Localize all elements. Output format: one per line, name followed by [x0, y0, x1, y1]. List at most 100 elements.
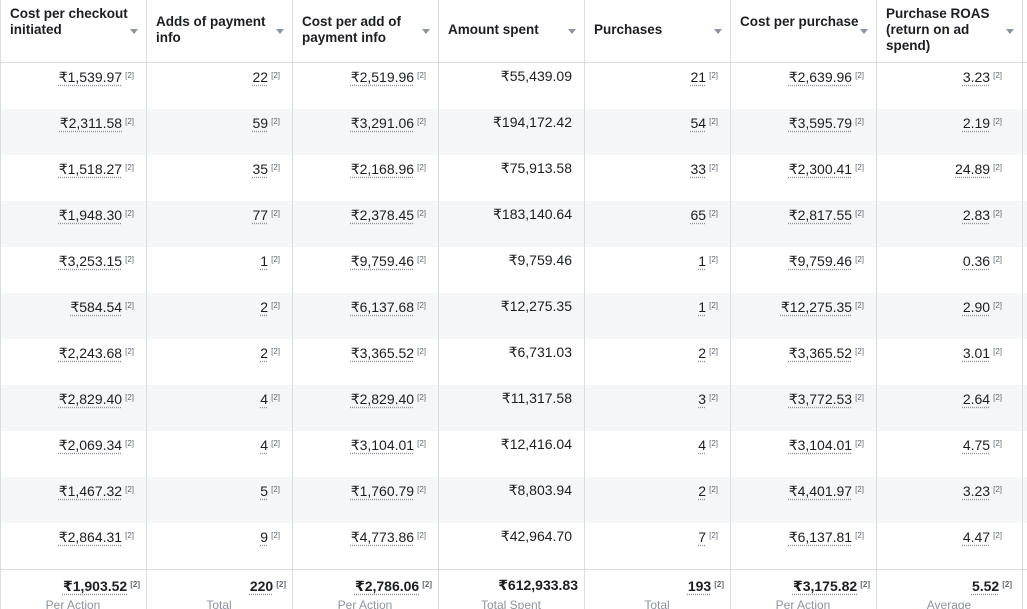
cell-value[interactable]: 2.83	[963, 207, 990, 223]
cell-value[interactable]: ₹4,401.97	[789, 483, 852, 499]
footnote-marker[interactable]: [2]	[993, 117, 1002, 126]
cell-value[interactable]: ₹2,829.40	[351, 391, 414, 407]
sort-chevron-down-icon[interactable]	[714, 29, 722, 34]
cell-value[interactable]: 35	[253, 161, 269, 177]
footnote-marker[interactable]: [2]	[417, 163, 426, 172]
column-header-purchases[interactable]: Purchases	[584, 0, 730, 63]
cell-value[interactable]: 4.47	[963, 529, 990, 545]
footnote-marker[interactable]: [2]	[709, 71, 718, 80]
footnote-marker[interactable]: [2]	[125, 163, 134, 172]
footnote-marker[interactable]: [2]	[993, 347, 1002, 356]
total-value[interactable]: 220 [2]	[146, 570, 286, 601]
cell-value[interactable]: 2.19	[963, 115, 990, 131]
cell-value[interactable]: ₹3,595.79	[789, 115, 852, 131]
footnote-marker[interactable]: [2]	[709, 485, 718, 494]
footnote-marker[interactable]: [2]	[709, 255, 718, 264]
footnote-marker[interactable]: [2]	[709, 393, 718, 402]
footnote-marker[interactable]: [2]	[855, 117, 864, 126]
footnote-marker[interactable]: [2]	[271, 163, 280, 172]
column-header-cost-per-checkout[interactable]: Cost per checkout initiated	[0, 0, 146, 63]
cell-value[interactable]: 0.36	[963, 253, 990, 269]
cell-value[interactable]: ₹584.54	[70, 299, 122, 315]
footnote-marker[interactable]: [2]	[271, 531, 280, 540]
footnote-marker[interactable]: [2]	[276, 580, 286, 589]
sort-chevron-down-icon[interactable]	[422, 29, 430, 34]
footnote-marker[interactable]: [2]	[125, 347, 134, 356]
footnote-marker[interactable]: [2]	[855, 301, 864, 310]
column-header-adds-of-payment-info[interactable]: Adds of payment info	[146, 0, 292, 63]
footnote-marker[interactable]: [2]	[993, 439, 1002, 448]
cell-value[interactable]: ₹6,137.81	[789, 529, 852, 545]
cell-value[interactable]: 1	[698, 299, 706, 315]
cell-value[interactable]: 1	[698, 253, 706, 269]
cell-value[interactable]: ₹3,365.52	[351, 345, 414, 361]
cell-value[interactable]: ₹3,365.52	[789, 345, 852, 361]
cell-value[interactable]: 3.23	[963, 69, 990, 85]
cell-value[interactable]: 21	[691, 69, 707, 85]
footnote-marker[interactable]: [2]	[855, 209, 864, 218]
footnote-marker[interactable]: [2]	[860, 580, 870, 589]
footnote-marker[interactable]: [2]	[993, 485, 1002, 494]
total-value[interactable]: ₹1,903.52 [2]	[0, 570, 140, 601]
sort-chevron-down-icon[interactable]	[130, 29, 138, 34]
cell-value[interactable]: ₹6,137.68	[351, 299, 414, 315]
footnote-marker[interactable]: [2]	[855, 163, 864, 172]
cell-value[interactable]: 9	[260, 529, 268, 545]
cell-value[interactable]: ₹2,168.96	[351, 161, 414, 177]
footnote-marker[interactable]: [2]	[271, 255, 280, 264]
cell-value[interactable]: 4	[698, 437, 706, 453]
cell-value[interactable]: 7	[698, 529, 706, 545]
footnote-marker[interactable]: [2]	[417, 439, 426, 448]
footnote-marker[interactable]: [2]	[417, 209, 426, 218]
cell-value[interactable]: ₹1,539.97	[59, 69, 122, 85]
column-header-cost-per-add-payment-info[interactable]: Cost per add of payment info	[292, 0, 438, 63]
footnote-marker[interactable]: [2]	[709, 439, 718, 448]
column-header-purchase-roas[interactable]: Purchase ROAS (return on ad spend)	[876, 0, 1022, 63]
footnote-marker[interactable]: [2]	[417, 301, 426, 310]
footnote-marker[interactable]: [2]	[125, 301, 134, 310]
cell-value[interactable]: 77	[253, 207, 269, 223]
cell-value[interactable]: 3.01	[963, 345, 990, 361]
total-value[interactable]: ₹3,175.82 [2]	[730, 570, 870, 601]
footnote-marker[interactable]: [2]	[709, 117, 718, 126]
footnote-marker[interactable]: [2]	[855, 347, 864, 356]
cell-value[interactable]: 3.23	[963, 483, 990, 499]
footnote-marker[interactable]: [2]	[125, 531, 134, 540]
cell-value[interactable]: ₹3,104.01	[789, 437, 852, 453]
footnote-marker[interactable]: [2]	[125, 209, 134, 218]
cell-value[interactable]: ₹2,639.96	[789, 69, 852, 85]
cell-value[interactable]: ₹2,069.34	[59, 437, 122, 453]
cell-value[interactable]: 22	[253, 69, 269, 85]
cell-value[interactable]: ₹1,467.32	[59, 483, 122, 499]
cell-value[interactable]: ₹12,275.35	[781, 299, 852, 315]
footnote-marker[interactable]: [2]	[709, 531, 718, 540]
footnote-marker[interactable]: [2]	[993, 301, 1002, 310]
footnote-marker[interactable]: [2]	[417, 531, 426, 540]
cell-value[interactable]: ₹9,759.46	[789, 253, 852, 269]
footnote-marker[interactable]: [2]	[130, 580, 140, 589]
total-value[interactable]: 193 [2]	[584, 570, 724, 601]
total-value[interactable]: 5.52 [2]	[876, 570, 1012, 601]
footnote-marker[interactable]: [2]	[993, 255, 1002, 264]
column-header-amount-spent[interactable]: Amount spent	[438, 0, 584, 63]
cell-value[interactable]: ₹3,253.15	[59, 253, 122, 269]
cell-value[interactable]: ₹1,518.27	[59, 161, 122, 177]
footnote-marker[interactable]: [2]	[855, 71, 864, 80]
footnote-marker[interactable]: [2]	[125, 255, 134, 264]
cell-value[interactable]: ₹3,291.06	[351, 115, 414, 131]
footnote-marker[interactable]: [2]	[271, 347, 280, 356]
footnote-marker[interactable]: [2]	[417, 255, 426, 264]
column-header-cost-per-purchase[interactable]: Cost per purchase	[730, 0, 876, 63]
cell-value[interactable]: ₹3,772.53	[789, 391, 852, 407]
footnote-marker[interactable]: [2]	[993, 531, 1002, 540]
cell-value[interactable]: ₹2,300.41	[789, 161, 852, 177]
cell-value[interactable]: ₹1,948.30	[59, 207, 122, 223]
cell-value[interactable]: ₹1,760.79	[351, 483, 414, 499]
cell-value[interactable]: 2	[260, 299, 268, 315]
cell-value[interactable]: 2	[260, 345, 268, 361]
cell-value[interactable]: ₹2,311.58	[60, 115, 122, 131]
cell-value[interactable]: ₹2,519.96	[351, 69, 414, 85]
cell-value[interactable]: 59	[253, 115, 269, 131]
cell-value[interactable]: 3	[698, 391, 706, 407]
footnote-marker[interactable]: [2]	[709, 301, 718, 310]
